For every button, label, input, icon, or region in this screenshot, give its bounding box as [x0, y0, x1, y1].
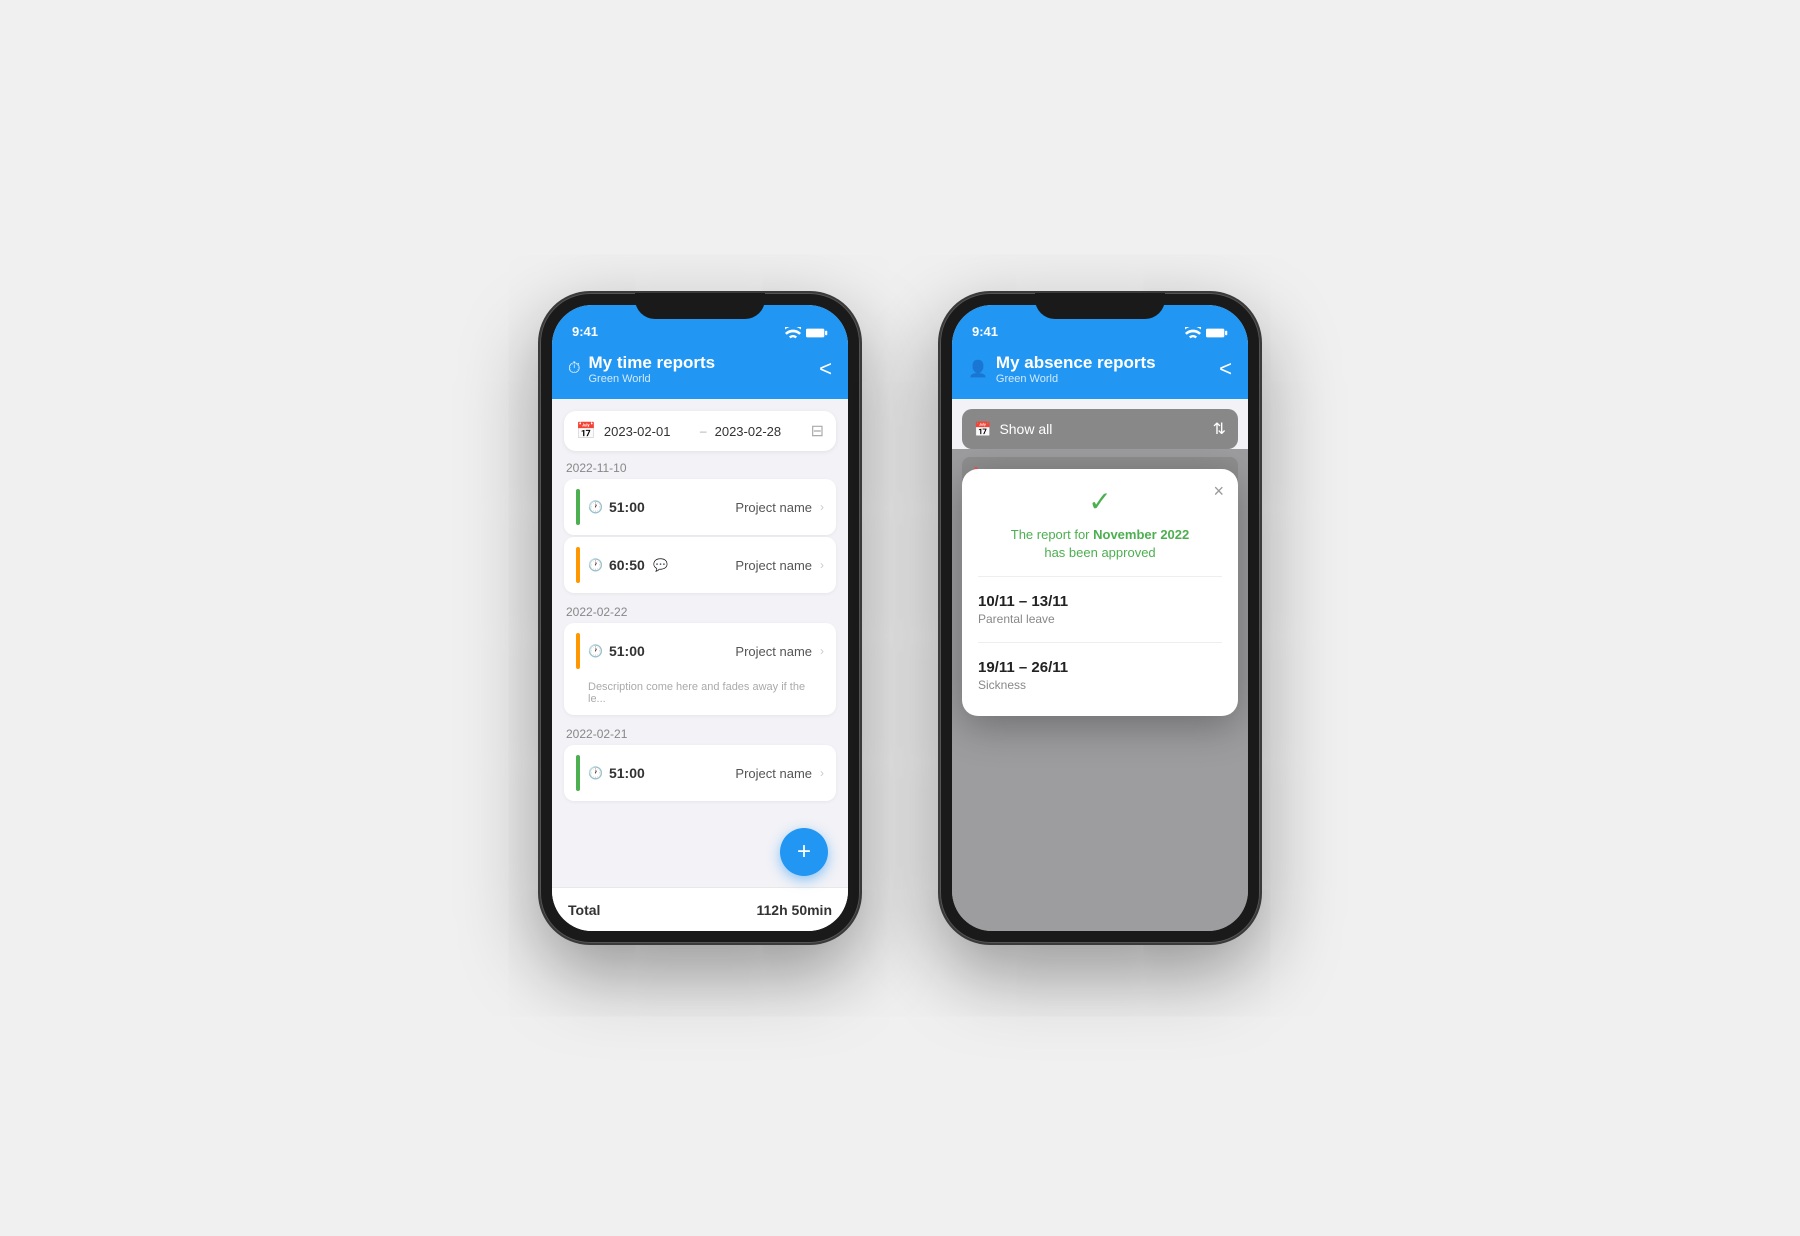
- chevron-right-icon-3: ›: [820, 644, 824, 658]
- message-icon: 💬: [653, 558, 668, 572]
- chevron-right-icon-2: ›: [820, 558, 824, 572]
- header-left-2: 👤 My absence reports Green World: [968, 353, 1156, 385]
- date-separator: –: [700, 424, 707, 438]
- entry-card-0-1[interactable]: 🕐 60:50 💬 Project name ›: [564, 537, 836, 593]
- content-1: 📅 2023-02-01 – 2023-02-28 ⊟ 2022-11-10 🕐…: [552, 399, 848, 887]
- color-indicator-green: [576, 489, 580, 525]
- status-icons-1: [785, 327, 828, 341]
- entry-project-1-0: Project name: [704, 644, 812, 659]
- section-date-2: 2022-02-21: [552, 717, 848, 745]
- modal-type-1: Sickness: [978, 678, 1222, 692]
- entry-card-2-0[interactable]: 🕐 51:00 Project name ›: [564, 745, 836, 801]
- total-value: 112h 50min: [757, 902, 833, 918]
- battery-icon-2: [1206, 327, 1228, 339]
- entry-time-2-0: 51:00: [609, 765, 647, 781]
- section-date-0: 2022-11-10: [552, 451, 848, 479]
- clock-icon-2: 🕐: [588, 558, 603, 572]
- wifi-icon-2: [1185, 327, 1201, 339]
- battery-icon: [806, 327, 828, 339]
- add-button[interactable]: +: [780, 828, 828, 876]
- chevron-right-icon-4: ›: [820, 766, 824, 780]
- entry-row: 🕐 51:00 Project name ›: [576, 633, 824, 669]
- modal-date-range-0: 10/11 – 13/11: [978, 593, 1222, 610]
- calendar-icon: 📅: [576, 421, 596, 441]
- approval-modal: × ✓ The report for November 2022 has bee…: [962, 469, 1238, 716]
- notch: [635, 293, 765, 319]
- modal-entry-0: 10/11 – 13/11 Parental leave: [978, 585, 1222, 634]
- header-title-block-2: My absence reports Green World: [996, 353, 1156, 385]
- color-indicator-green-2: [576, 755, 580, 791]
- header-title-block-1: My time reports Green World: [588, 353, 715, 385]
- time-reports-icon: ⏱: [568, 360, 580, 378]
- entry-project-0-0: Project name: [704, 500, 812, 515]
- modal-message-suffix: has been approved: [1044, 545, 1155, 560]
- calendar-icon-2: 📅: [974, 421, 991, 438]
- entry-time-0-0: 51:00: [609, 499, 647, 515]
- entry-card-1-0[interactable]: 🕐 51:00 Project name › Description come …: [564, 623, 836, 715]
- modal-divider-2: [978, 642, 1222, 643]
- status-icons-2: [1185, 327, 1228, 341]
- modal-month-bold: November 2022: [1093, 527, 1189, 542]
- entry-project-0-1: Project name: [704, 558, 812, 573]
- header-1: ⏱ My time reports Green World <: [552, 345, 848, 399]
- clock-icon-4: 🕐: [588, 766, 603, 780]
- header-2: 👤 My absence reports Green World <: [952, 345, 1248, 399]
- wifi-icon: [785, 327, 801, 339]
- modal-check-icon: ✓: [978, 485, 1222, 518]
- entry-description: Description come here and fades away if …: [576, 677, 824, 705]
- absence-reports-icon: 👤: [968, 359, 988, 379]
- phone-1-screen: 9:41 ⏱ My time reports Green World: [552, 305, 848, 931]
- phone-2-screen: 9:41 👤 My absence reports Green World: [952, 305, 1248, 931]
- modal-entry-1: 19/11 – 26/11 Sickness: [978, 651, 1222, 700]
- status-time-1: 9:41: [572, 324, 598, 341]
- entry-info-2-0: 🕐 51:00: [588, 765, 696, 781]
- clock-icon-3: 🕐: [588, 644, 603, 658]
- total-label: Total: [568, 902, 600, 918]
- dim-content: Nov 2022 0 ✓ Aug 2022 0 ✳ Jul 2022 0 ✓: [952, 449, 1248, 931]
- filter-icon[interactable]: ⊟: [811, 421, 824, 441]
- date-filter[interactable]: 📅 2023-02-01 – 2023-02-28 ⊟: [564, 411, 836, 451]
- modal-type-0: Parental leave: [978, 612, 1222, 626]
- entry-info-0-0: 🕐 51:00: [588, 499, 696, 515]
- header-subtitle-2: Green World: [996, 373, 1156, 385]
- modal-close-button[interactable]: ×: [1213, 481, 1224, 502]
- clock-icon: 🕐: [588, 500, 603, 514]
- sort-icon[interactable]: ⇅: [1213, 419, 1226, 439]
- modal-message-prefix: The report for: [1011, 527, 1093, 542]
- entry-time-0-1: 60:50: [609, 557, 647, 573]
- entry-project-2-0: Project name: [704, 766, 812, 781]
- show-all-label: Show all: [999, 421, 1204, 437]
- modal-date-range-1: 19/11 – 26/11: [978, 659, 1222, 676]
- phone-2: 9:41 👤 My absence reports Green World: [940, 293, 1260, 943]
- color-indicator-orange: [576, 547, 580, 583]
- chevron-right-icon: ›: [820, 500, 824, 514]
- modal-divider-1: [978, 576, 1222, 577]
- phone-1: 9:41 ⏱ My time reports Green World: [540, 293, 860, 943]
- header-left-1: ⏱ My time reports Green World: [568, 353, 715, 385]
- back-button-2[interactable]: <: [1219, 356, 1232, 382]
- header-title-2: My absence reports: [996, 353, 1156, 373]
- notch-2: [1035, 293, 1165, 319]
- entry-info-1-0: 🕐 51:00: [588, 643, 696, 659]
- color-indicator-orange-2: [576, 633, 580, 669]
- modal-overlay: × ✓ The report for November 2022 has bee…: [952, 449, 1248, 931]
- show-all-bar[interactable]: 📅 Show all ⇅: [962, 409, 1238, 449]
- header-subtitle-1: Green World: [588, 373, 715, 385]
- section-date-1: 2022-02-22: [552, 595, 848, 623]
- entry-card-0-0[interactable]: 🕐 51:00 Project name ›: [564, 479, 836, 535]
- back-button-1[interactable]: <: [819, 356, 832, 382]
- entry-time-1-0: 51:00: [609, 643, 647, 659]
- date-to[interactable]: 2023-02-28: [715, 424, 803, 439]
- bottom-bar-1: Total 112h 50min: [552, 887, 848, 931]
- header-title-1: My time reports: [588, 353, 715, 373]
- entry-info-0-1: 🕐 60:50 💬: [588, 557, 696, 573]
- date-from[interactable]: 2023-02-01: [604, 424, 692, 439]
- modal-approval-message: The report for November 2022 has been ap…: [978, 526, 1222, 562]
- status-time-2: 9:41: [972, 324, 998, 341]
